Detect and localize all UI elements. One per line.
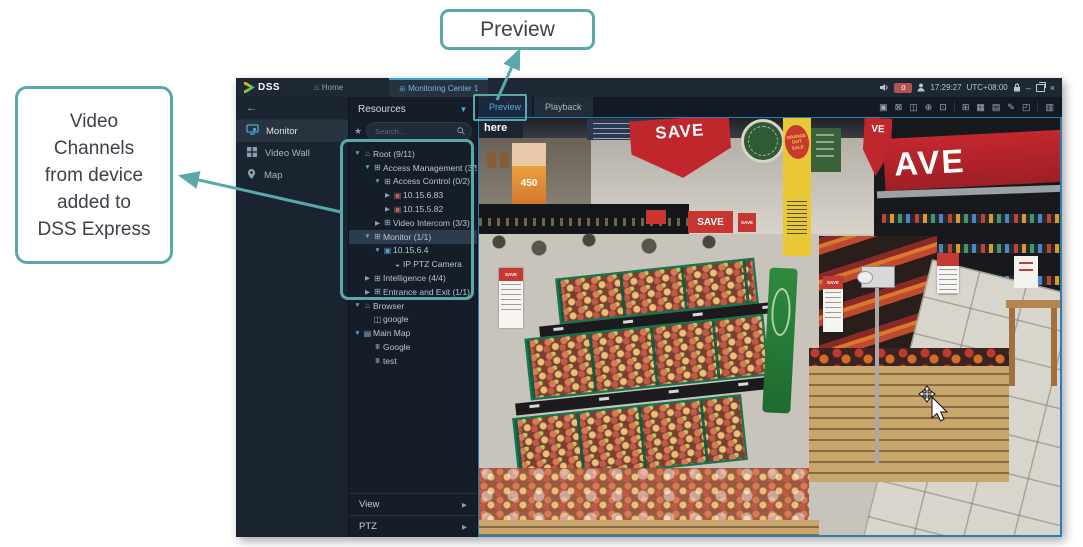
sidebar-item-map[interactable]: Map	[236, 164, 348, 186]
search-box[interactable]	[366, 122, 472, 140]
scene-wood-band	[479, 520, 819, 535]
video-panel: Preview Playback ▣ ⊠ ◫ ⊕ ⊡ ⊞ ▦ ▤ ✎ ◰ ▥ 450	[478, 97, 1062, 537]
restore-icon[interactable]	[1035, 81, 1046, 92]
chevron-down-icon[interactable]: ▼	[459, 105, 468, 114]
building-icon: ⌂	[365, 301, 370, 311]
resources-header[interactable]: Resources ▼	[349, 97, 477, 121]
preview-callout: Preview	[440, 9, 595, 50]
channels-callout: Video Channels from device added to DSS Expr…	[15, 86, 173, 264]
home-icon: ⌂	[314, 83, 319, 92]
titlebar-right-cluster: 0 17:29:27 UTC+08:00 – ×	[880, 81, 1062, 93]
edit-icon[interactable]: ✎	[1007, 102, 1015, 113]
map-icon: ▤	[363, 328, 372, 338]
tab-home[interactable]: ⌂ Home	[314, 83, 343, 92]
scene-green-sign	[811, 128, 841, 172]
dss-logo: DSS	[236, 82, 288, 93]
tree-node-browser[interactable]: ▼ ⌂ Browser	[349, 299, 477, 313]
grid-3x3-icon[interactable]: ▦	[976, 102, 985, 113]
scene-ave-banner: AVE	[882, 128, 1060, 192]
tree-node-google[interactable]: Ⅲ Google	[349, 340, 477, 354]
split-screen-icon[interactable]: ◫	[909, 102, 918, 113]
tree-node-main-map[interactable]: ▼ ▤ Main Map	[349, 326, 477, 340]
search-icon[interactable]	[457, 127, 465, 135]
video-wall-icon	[246, 146, 258, 160]
scene-price-sign: SAVE	[499, 268, 523, 328]
save-view-icon[interactable]: ▣	[879, 102, 888, 113]
scene-save-wall-sign: SAVE	[688, 211, 733, 233]
scene-save-blob	[646, 210, 666, 224]
dss-logo-icon	[244, 82, 255, 93]
scene-450-poster: 450	[512, 143, 546, 209]
caret-down-icon[interactable]: ▼	[353, 302, 362, 309]
favorites-icon[interactable]: ★	[354, 126, 362, 137]
grid-4x4-icon[interactable]: ▤	[992, 102, 1001, 113]
mouse-cursor	[918, 385, 949, 422]
preview-tab-highlight-rect	[473, 94, 527, 121]
chevron-right-icon: ▶	[462, 501, 467, 509]
grid-icon: ⊞	[399, 85, 406, 93]
toolbar-separator	[1037, 101, 1039, 113]
video-feed[interactable]: 450 SAVE ORANGE DOT SALE VE AVE SAVE SAVE	[478, 117, 1062, 537]
search-input[interactable]	[373, 125, 454, 137]
toolbar-separator	[953, 101, 955, 113]
minimize-icon[interactable]: –	[1026, 83, 1031, 93]
tree-highlight-rect	[340, 139, 474, 300]
close-all-icon[interactable]: ⊠	[895, 102, 903, 113]
scene-bag-roll	[857, 271, 873, 284]
scene-price-sign: SAVE	[823, 276, 843, 332]
window-icon[interactable]: ⊡	[939, 102, 947, 113]
scene-fresh-produce-sign	[741, 119, 785, 163]
section-view[interactable]: View ▶	[349, 493, 477, 515]
alarm-count-badge[interactable]: 0	[894, 82, 913, 93]
screenshot-canvas: DSS ⌂ Home ⊞ Monitoring Center 1 0 17:29…	[0, 0, 1083, 547]
tree-node-google[interactable]: ◫ google	[349, 313, 477, 327]
grid-2x2-icon[interactable]: ⊞	[962, 102, 970, 113]
caret-down-icon[interactable]: ▼	[353, 330, 362, 337]
chevron-right-icon: ▶	[462, 523, 467, 531]
lock-icon[interactable]	[1013, 83, 1021, 92]
browser-icon: ◫	[373, 314, 382, 324]
scene-save-wall-sign-small: SAVE	[738, 213, 756, 232]
collapse-sidebar-button[interactable]: ←	[236, 97, 348, 120]
titlebar: DSS ⌂ Home ⊞ Monitoring Center 1 0 17:29…	[236, 78, 1062, 97]
panel-icon[interactable]: ▥	[1045, 102, 1054, 113]
clock-time: 17:29:27	[930, 83, 962, 92]
volume-icon[interactable]	[880, 83, 889, 92]
search-row: ★	[354, 121, 472, 141]
target-icon[interactable]: ⊕	[925, 102, 933, 113]
scene-wooden-table	[1006, 256, 1060, 388]
user-icon[interactable]	[917, 83, 925, 92]
tree-node-test[interactable]: Ⅲtest	[349, 354, 477, 368]
close-icon[interactable]: ×	[1050, 83, 1055, 93]
left-sidebar: ← Monitor Video Wall Map	[236, 97, 348, 537]
scene-wooden-crates	[809, 348, 1009, 482]
scene-green-banner	[762, 267, 798, 414]
scene-table-sign	[1014, 256, 1038, 288]
back-arrow-icon: ←	[246, 102, 257, 114]
resources-title: Resources	[358, 103, 406, 115]
section-ptz[interactable]: PTZ ▶	[349, 515, 477, 537]
video-toolbar: ▣ ⊠ ◫ ⊕ ⊡ ⊞ ▦ ▤ ✎ ◰ ▥	[879, 101, 1062, 113]
map-layer-icon: Ⅲ	[375, 357, 380, 365]
sidebar-item-monitor[interactable]: Monitor	[236, 120, 348, 142]
clock-timezone: UTC+08:00	[966, 83, 1008, 92]
scene-scale-pole	[875, 268, 879, 464]
map-pin-icon	[246, 168, 257, 183]
tab-playback[interactable]: Playback	[534, 97, 593, 117]
scene-price-sign	[937, 253, 959, 295]
video-header: Preview Playback ▣ ⊠ ◫ ⊕ ⊡ ⊞ ▦ ▤ ✎ ◰ ▥	[478, 97, 1062, 117]
map-layer-icon: Ⅲ	[375, 344, 380, 352]
fullscreen-icon[interactable]: ◰	[1022, 102, 1031, 113]
monitor-icon	[246, 124, 259, 138]
here-label: here	[479, 118, 523, 138]
scene-dot-sale-banner: ORANGE DOT SALE	[782, 118, 812, 256]
sidebar-item-video-wall[interactable]: Video Wall	[236, 142, 348, 164]
dss-logo-text: DSS	[258, 82, 281, 93]
